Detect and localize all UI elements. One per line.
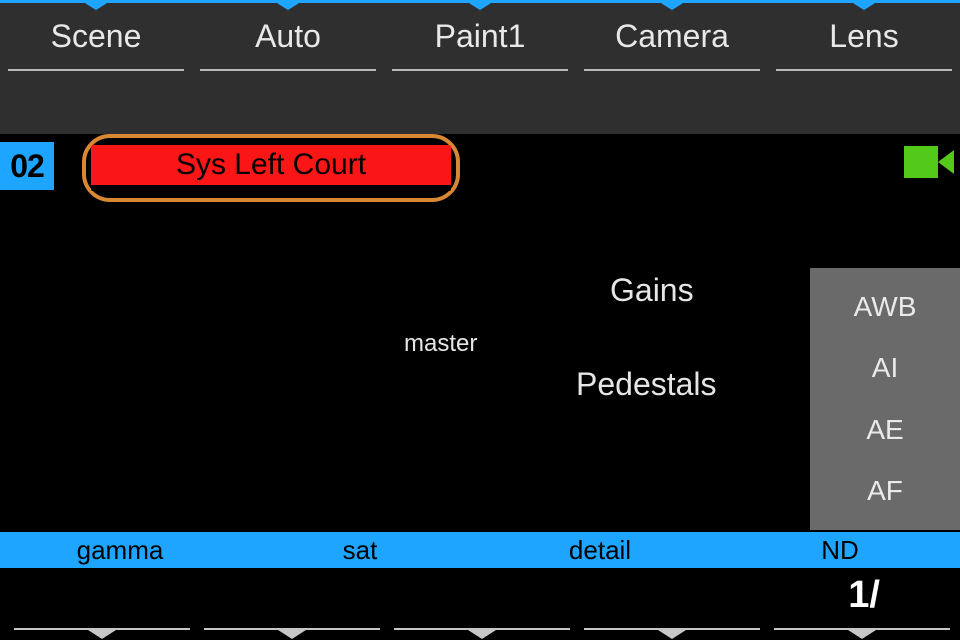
tab-scene[interactable]: Scene	[8, 4, 184, 65]
top-tab-bar: Scene Auto Paint1 Camera Lens	[0, 0, 960, 134]
param-sat[interactable]: sat	[240, 535, 480, 566]
param-nd[interactable]: ND	[720, 535, 960, 566]
bottom-indicator-3	[394, 628, 570, 630]
nd-value: 1/	[848, 574, 880, 617]
param-gamma[interactable]: gamma	[0, 535, 240, 566]
bottom-indicator-1	[14, 628, 190, 630]
ae-button[interactable]: AE	[866, 414, 903, 446]
auto-functions-panel: AWB AI AE AF	[810, 268, 960, 530]
bottom-indicator-2	[204, 628, 380, 630]
camera-icon	[904, 142, 956, 182]
pedestals-label[interactable]: Pedestals	[576, 366, 717, 403]
af-button[interactable]: AF	[867, 475, 903, 507]
ai-button[interactable]: AI	[872, 352, 898, 384]
param-detail[interactable]: detail	[480, 535, 720, 566]
bottom-indicator-bar	[0, 628, 960, 640]
tab-auto[interactable]: Auto	[200, 4, 376, 65]
scene-button-highlight-ring: Sys Left Court	[82, 134, 460, 202]
value-row: 1/	[0, 568, 960, 624]
parameter-strip: gamma sat detail ND	[0, 532, 960, 568]
camera-control-screen: Scene Auto Paint1 Camera Lens 02 Sys Lef…	[0, 0, 960, 640]
gains-label[interactable]: Gains	[610, 272, 694, 309]
body-area: 02 Sys Left Court master Gains Pedestals…	[0, 134, 960, 532]
bottom-indicator-4	[584, 628, 760, 630]
tabs-row: Scene Auto Paint1 Camera Lens	[0, 0, 960, 65]
channel-number-badge: 02	[0, 142, 54, 190]
tab-camera[interactable]: Camera	[584, 4, 760, 65]
scene-name-button[interactable]: Sys Left Court	[91, 145, 451, 191]
master-label: master	[404, 330, 477, 358]
awb-button[interactable]: AWB	[854, 291, 917, 323]
tab-paint1[interactable]: Paint1	[392, 4, 568, 65]
bottom-indicator-5	[774, 628, 950, 630]
tab-lens[interactable]: Lens	[776, 4, 952, 65]
